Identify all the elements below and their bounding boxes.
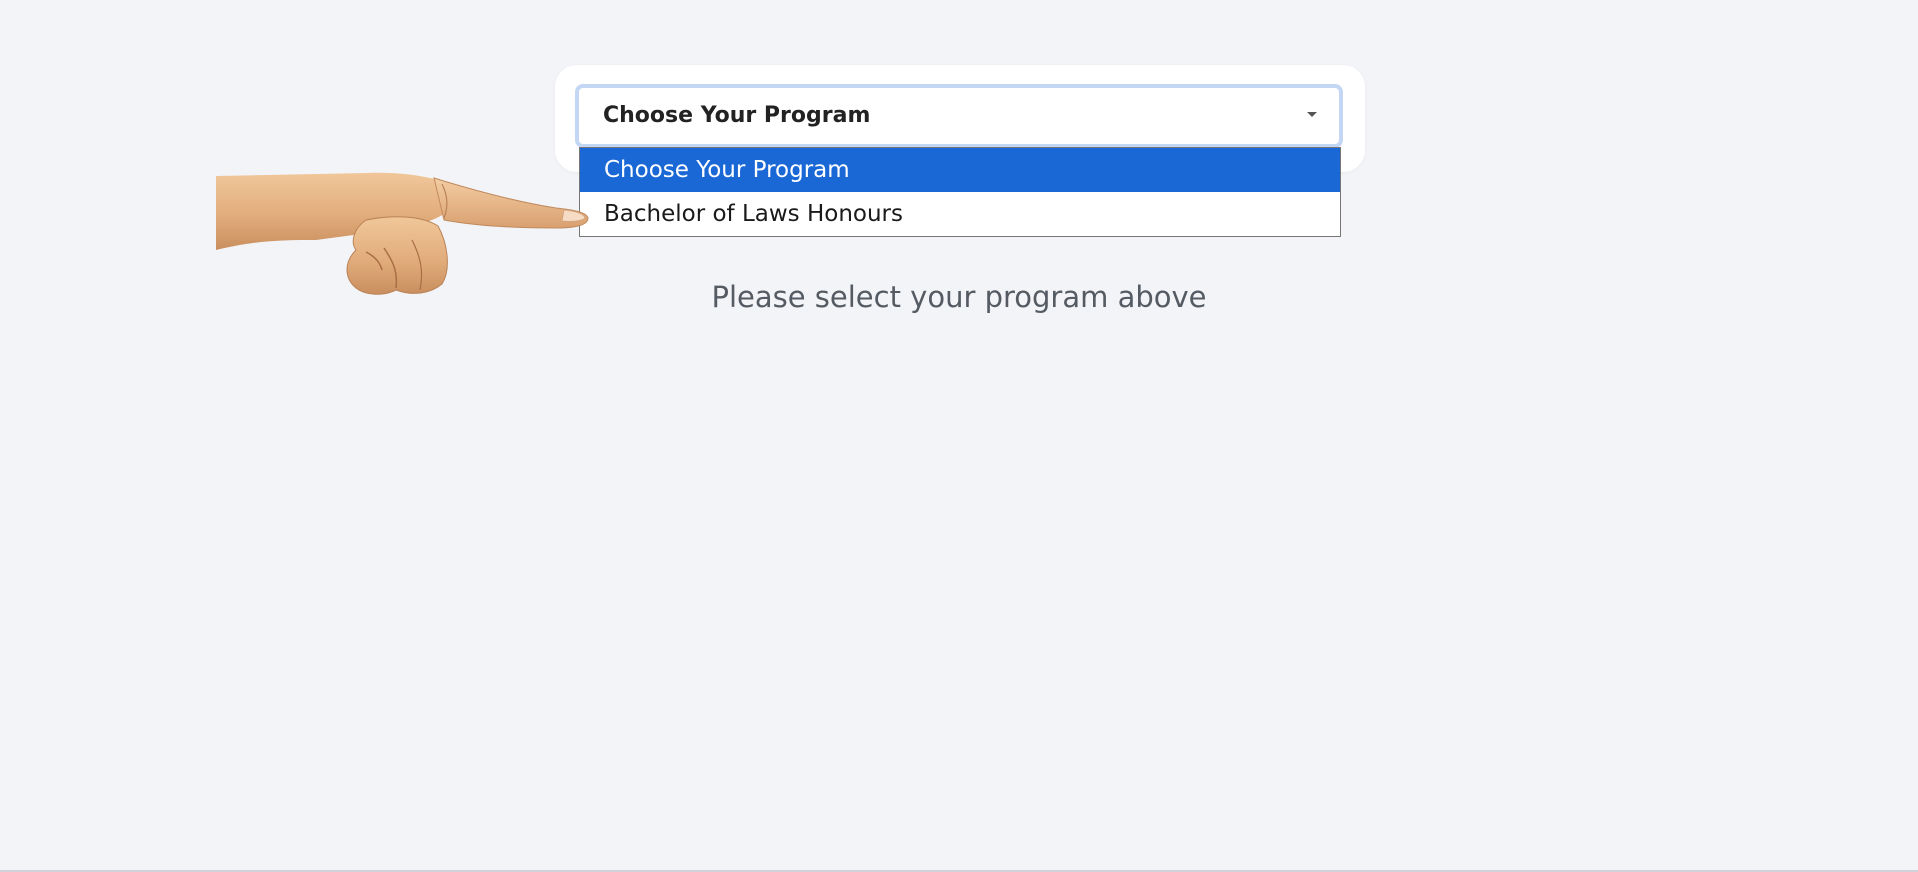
program-select-value: Choose Your Program <box>603 103 871 128</box>
program-dropdown-list: Choose Your Program Bachelor of Laws Hon… <box>579 147 1341 237</box>
caret-down-icon <box>1307 112 1317 117</box>
pointing-hand-icon <box>216 172 589 295</box>
program-option-choose[interactable]: Choose Your Program <box>580 148 1340 192</box>
page: Choose Your Program Choose Your Program … <box>0 0 1918 872</box>
program-option-bachelor-of-laws[interactable]: Bachelor of Laws Honours <box>580 192 1340 236</box>
program-select[interactable]: Choose Your Program <box>575 84 1343 148</box>
